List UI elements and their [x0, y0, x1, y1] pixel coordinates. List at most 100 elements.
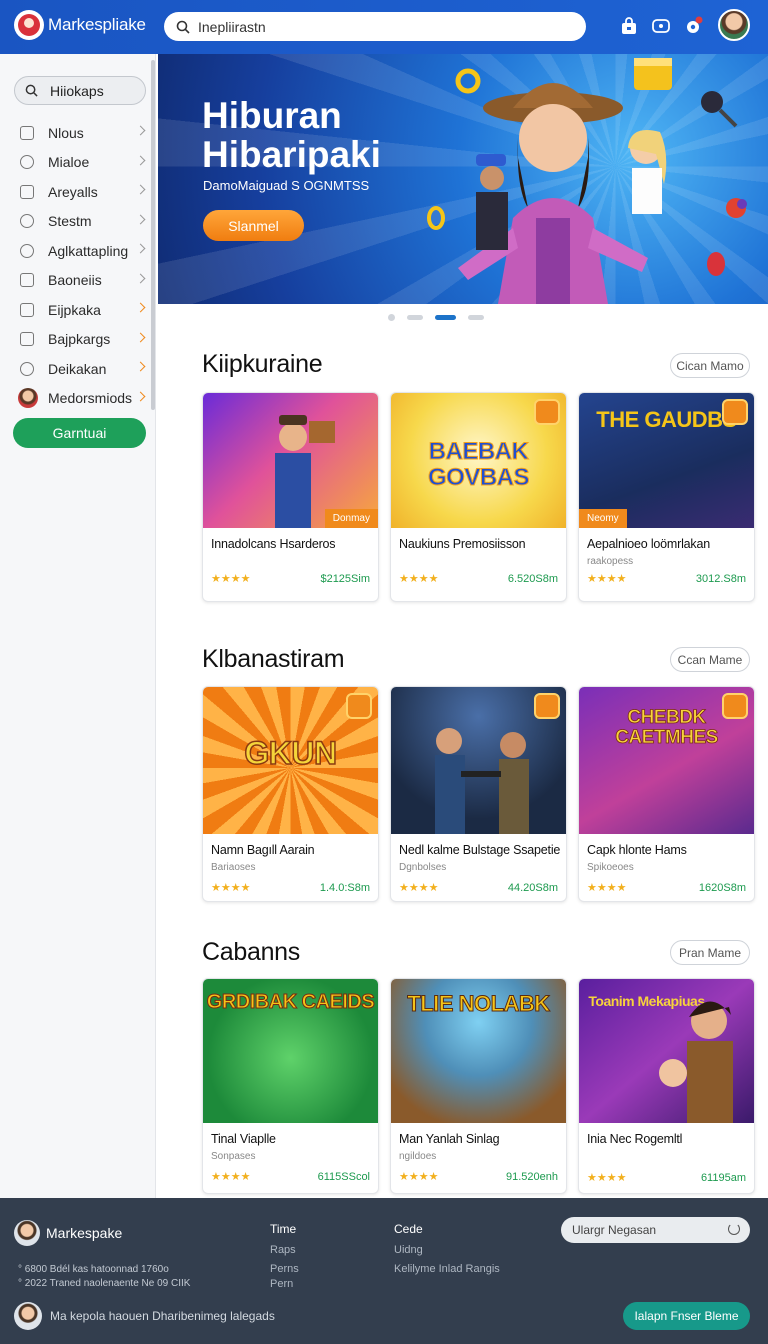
sidebar-item[interactable]: Nlous	[0, 118, 156, 148]
footer-link[interactable]: Perns	[270, 1263, 299, 1275]
search-icon	[20, 214, 34, 229]
product-card[interactable]: GKUN Namn Bagıll Aarain Bariaoses ★★★★ 1.…	[202, 686, 379, 902]
sidebar-item[interactable]: Baoneiis	[0, 266, 156, 296]
store-icon[interactable]	[619, 16, 639, 36]
footer-search-placeholder: Ulargr Negasan	[572, 1223, 657, 1237]
product-card[interactable]: Nedl kalme Bulstage Ssapetie Dgnbolses ★…	[390, 686, 567, 902]
see-more-button[interactable]: Ccan Mame	[670, 647, 750, 672]
sidebar-item[interactable]: Eijpkaka	[0, 295, 156, 325]
footer-cta-button[interactable]: Ialapn Fnser Bleme	[623, 1302, 750, 1330]
card-footer: ★★★★ 61195am	[579, 1171, 754, 1185]
sidebar-item[interactable]: Mialoe	[0, 148, 156, 178]
card-footer: ★★★★ 3012.S8m	[579, 572, 754, 586]
rating-stars: ★★★★	[211, 573, 251, 585]
product-card[interactable]: BAEBAK GOVBAS Naukiuns Premosiisson ★★★★…	[390, 392, 567, 602]
carousel-dot[interactable]	[388, 314, 395, 321]
hero-cta-button[interactable]: Slanmel	[203, 210, 304, 241]
chevron-right-icon	[135, 273, 146, 283]
hero-banner[interactable]: Hiburan Hibaripaki DamoMaiguad S OGNMTSS…	[158, 54, 768, 304]
sidebar-item[interactable]: Aglkattapling	[0, 236, 156, 266]
footer-search[interactable]: Ulargr Negasan	[561, 1217, 750, 1243]
sidebar-search[interactable]: Hiiokaps	[14, 76, 146, 105]
ring-icon	[427, 206, 445, 230]
square-icon	[20, 125, 34, 140]
footer-avatar	[14, 1220, 40, 1246]
carousel-indicators	[388, 314, 496, 321]
document-icon	[20, 302, 34, 317]
sidebar-item-label: Eijpkaka	[48, 301, 101, 318]
sidebar-item[interactable]: Areyalls	[0, 177, 156, 207]
sidebar-item[interactable]: Stestm	[0, 207, 156, 237]
search-input[interactable]	[198, 18, 558, 35]
section-title: Cabanns	[202, 938, 300, 966]
card-price: 1620S8m	[698, 881, 746, 894]
product-card[interactable]: GRDIBAK CAEIDS Tinal Viaplle Sonpases ★★…	[202, 978, 379, 1194]
sidebar-item-label: Nlous	[48, 124, 84, 141]
refresh-icon[interactable]	[728, 1223, 740, 1235]
search-bar[interactable]	[164, 12, 586, 41]
chevron-right-icon	[135, 184, 146, 195]
logo-text: Markespliake	[48, 15, 146, 34]
card-title: Inia Nec Rogemltl	[587, 1132, 683, 1146]
sidebar-cta-button[interactable]: Garntuai	[13, 418, 146, 448]
cloud-icon	[20, 361, 34, 376]
user-icon	[20, 155, 34, 170]
sidebar-item[interactable]: Bajpkargs	[0, 325, 156, 355]
card-title: Man Yanlah Sinlag	[399, 1132, 500, 1146]
section-title: Klbanastiram	[202, 645, 345, 673]
footer-column-heading: Time	[270, 1222, 297, 1236]
footer-link[interactable]: Pern	[270, 1278, 293, 1290]
card-image: GKUN	[203, 687, 378, 834]
notifications-icon[interactable]	[684, 16, 704, 36]
sidebar-item[interactable]: Deikakan	[0, 354, 156, 384]
search-icon	[25, 84, 38, 97]
card-badge: Neomy	[579, 509, 627, 528]
product-card[interactable]: Donmay Innadolcans Hsarderos ★★★★ $2125Si…	[202, 392, 379, 602]
card-subtitle: Dgnbolses	[399, 862, 447, 873]
card-art-title: GKUN	[244, 734, 338, 771]
sidebar-item[interactable]: Medorsmiods	[0, 384, 156, 414]
see-more-button[interactable]: Cican Mamo	[670, 353, 750, 378]
chevron-right-icon	[135, 155, 146, 165]
card-subtitle	[579, 1151, 754, 1163]
card-price: 6115SScol	[317, 1170, 370, 1183]
sidebar-item-label: Areyalls	[48, 183, 98, 200]
card-subtitle	[391, 556, 566, 568]
footer-link[interactable]: Uidng	[394, 1244, 423, 1256]
sidebar-item-label: Baoneiis	[48, 272, 102, 289]
card-characters-illustration	[659, 1001, 733, 1123]
sidebar-search-label: Hiiokaps	[50, 82, 104, 99]
chat-icon[interactable]	[651, 16, 671, 36]
chevron-right-icon	[135, 125, 146, 136]
card-footer: ★★★★ 44.20S8m	[391, 881, 566, 895]
footer-link[interactable]: Kelilyme Inlad Rangis	[394, 1263, 500, 1275]
rating-stars: ★★★★	[587, 573, 627, 585]
product-card[interactable]: TLIE NOLABK Man Yanlah Sinlag ngildoes ★…	[390, 978, 567, 1194]
card-footer: ★★★★ 1.4.0:S8m	[203, 881, 378, 895]
app-logo[interactable]: Markespliake	[14, 10, 146, 40]
carousel-dot[interactable]	[407, 315, 423, 320]
rating-stars: ★★★★	[211, 882, 251, 894]
card-image: BAEBAK GOVBAS	[391, 393, 566, 528]
footer-info-line: ° 2022 Traned naolenaente Ne 09 CIIK	[18, 1278, 191, 1289]
card-subtitle: raakopess	[587, 556, 634, 567]
sidebar-item-label: Medorsmiods	[48, 390, 133, 407]
card-subtitle: Spikoeoes	[587, 862, 634, 873]
product-card[interactable]: CHEBDK CAETMHES Capk hlonte Hams Spikoeo…	[578, 686, 755, 902]
see-more-button[interactable]: Pran Mame	[670, 940, 750, 965]
card-title: Namn Bagıll Aarain	[211, 843, 315, 857]
carousel-dot[interactable]	[468, 315, 484, 320]
carousel-dot-active[interactable]	[435, 315, 456, 320]
footer-logo[interactable]: Markespake	[14, 1220, 122, 1246]
sidebar-item-label: Bajpkargs	[48, 331, 111, 348]
boy-character-illustration	[476, 154, 508, 250]
chevron-right-icon	[135, 391, 146, 401]
card-image: Donmay	[203, 393, 378, 528]
girl-character-illustration	[628, 130, 667, 214]
card-title: Capk hlonte Hams	[587, 843, 687, 857]
card-title: Aepalnioeo loömrlakan	[587, 537, 710, 551]
footer-link[interactable]: Raps	[270, 1244, 296, 1256]
product-card[interactable]: Toanim Mekapiuas Inia Nec Rogemltl ★★★★ 6…	[578, 978, 755, 1194]
user-avatar[interactable]	[718, 9, 750, 41]
product-card[interactable]: THE GAUDBS Neomy Aepalnioeo loömrlakan r…	[578, 392, 755, 602]
